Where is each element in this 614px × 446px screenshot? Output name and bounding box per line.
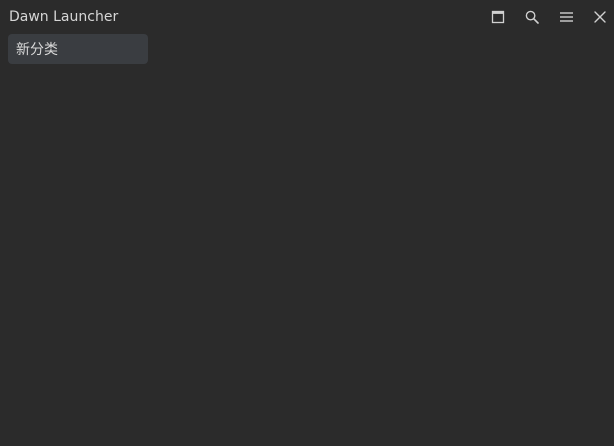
app-title: Dawn Launcher bbox=[9, 9, 119, 25]
window-controls bbox=[474, 7, 610, 27]
title-bar[interactable]: Dawn Launcher bbox=[0, 0, 614, 34]
close-button[interactable] bbox=[590, 7, 610, 27]
window-maximize-icon bbox=[491, 10, 505, 24]
maximize-button[interactable] bbox=[488, 7, 508, 27]
items-area[interactable] bbox=[0, 68, 614, 446]
search-button[interactable] bbox=[522, 7, 542, 27]
close-icon bbox=[594, 11, 606, 23]
category-tab[interactable]: 新分类 bbox=[8, 34, 148, 64]
menu-button[interactable] bbox=[556, 7, 576, 27]
category-label: 新分类 bbox=[16, 42, 58, 58]
search-icon bbox=[525, 10, 539, 24]
menu-icon bbox=[559, 12, 573, 22]
